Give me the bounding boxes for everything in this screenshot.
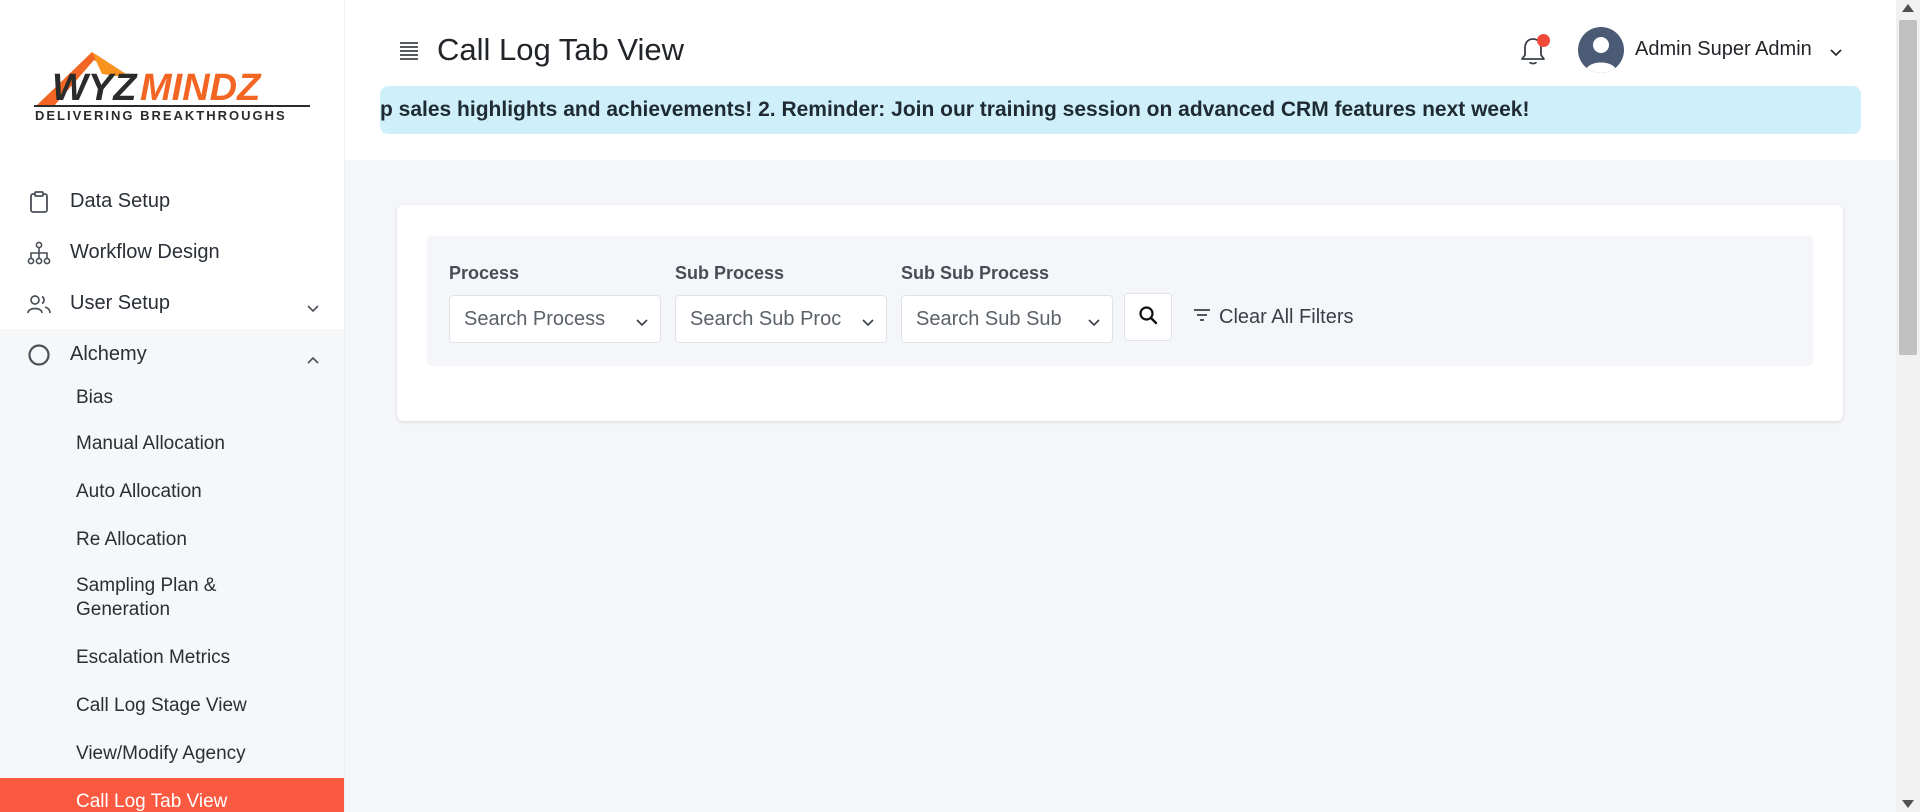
- sidebar-subitem-bias[interactable]: Bias: [0, 380, 344, 420]
- clear-all-filters-label: Clear All Filters: [1219, 306, 1354, 328]
- sidebar: WYZ MINDZ DELIVERING BREAKTHROUGHS Data …: [0, 0, 345, 812]
- hierarchy-icon: [26, 240, 52, 266]
- user-name[interactable]: Admin Super Admin: [1635, 38, 1812, 61]
- scroll-up-arrow-icon[interactable]: [1902, 4, 1914, 12]
- notification-bell-icon[interactable]: [1518, 34, 1550, 66]
- sub-sub-process-filter: Sub Sub Process Search Sub Sub: [901, 263, 1113, 343]
- announcement-ticker: p sales highlights and achievements! 2. …: [380, 86, 1861, 134]
- logo-text-dark: WYZ: [52, 67, 138, 109]
- process-label: Process: [449, 263, 520, 283]
- filter-icon: [1193, 308, 1211, 327]
- sidebar-item-label: Workflow Design: [70, 241, 220, 263]
- filter-card: Process Search Process Sub Process Searc…: [397, 205, 1843, 421]
- sidebar-item-user-setup[interactable]: User Setup: [0, 278, 344, 329]
- sub-process-filter: Sub Process Search Sub Proc: [675, 263, 887, 343]
- scroll-down-arrow-icon[interactable]: [1902, 800, 1914, 808]
- scroll-thumb[interactable]: [1899, 20, 1917, 355]
- sidebar-nav: Data Setup Workflow Design User Setup Al…: [0, 176, 344, 812]
- announcement-text: p sales highlights and achievements! 2. …: [380, 98, 1530, 121]
- sidebar-subitem-manual-allocation[interactable]: Manual Allocation: [0, 420, 344, 468]
- logo-text-accent: MINDZ: [140, 67, 262, 109]
- circle-icon: [26, 342, 52, 368]
- search-button[interactable]: [1124, 293, 1172, 341]
- sub-process-label: Sub Process: [675, 263, 785, 283]
- search-icon: [1138, 305, 1158, 330]
- users-icon: [26, 291, 52, 317]
- sub-process-select[interactable]: Search Sub Proc: [675, 295, 887, 343]
- sidebar-subitem-escalation-metrics[interactable]: Escalation Metrics: [0, 634, 344, 682]
- sub-sub-process-placeholder: Search Sub Sub: [916, 308, 1062, 330]
- sidebar-item-label: Alchemy: [70, 343, 147, 365]
- chevron-down-icon: [636, 314, 648, 332]
- logo-tagline: DELIVERING BREAKTHROUGHS: [35, 108, 287, 123]
- page-title: Call Log Tab View: [437, 32, 685, 67]
- process-select[interactable]: Search Process: [449, 295, 661, 343]
- sidebar-item-workflow-design[interactable]: Workflow Design: [0, 227, 344, 278]
- chevron-down-icon[interactable]: [1830, 44, 1842, 62]
- sidebar-subitem-view-modify-agency[interactable]: View/Modify Agency: [0, 730, 344, 778]
- chevron-up-icon: [307, 347, 319, 370]
- sidebar-subitem-call-log-stage-view[interactable]: Call Log Stage View: [0, 682, 344, 730]
- chevron-down-icon: [862, 314, 874, 332]
- process-placeholder: Search Process: [464, 308, 606, 330]
- page-scrollbar[interactable]: [1896, 0, 1920, 812]
- sidebar-item-alchemy[interactable]: Alchemy: [0, 329, 344, 380]
- sub-process-placeholder: Search Sub Proc: [690, 308, 842, 330]
- top-header: Call Log Tab View Admin Super Admin p sa…: [345, 0, 1896, 160]
- sub-sub-process-select[interactable]: Search Sub Sub: [901, 295, 1113, 343]
- wyzmindz-logo[interactable]: WYZ MINDZ DELIVERING BREAKTHROUGHS: [32, 48, 312, 128]
- filter-panel: Process Search Process Sub Process Searc…: [427, 236, 1813, 366]
- process-filter: Process Search Process: [449, 263, 661, 343]
- hamburger-menu-icon[interactable]: [397, 38, 421, 62]
- sidebar-item-label: Data Setup: [70, 190, 171, 212]
- chevron-down-icon: [307, 296, 319, 319]
- alchemy-submenu: Bias Manual Allocation Auto Allocation R…: [0, 380, 344, 812]
- sidebar-subitem-sampling-plan[interactable]: Sampling Plan & Generation: [0, 564, 300, 634]
- sidebar-subitem-call-log-tab-view[interactable]: Call Log Tab View: [0, 778, 344, 812]
- sidebar-subitem-re-allocation[interactable]: Re Allocation: [0, 516, 344, 564]
- sidebar-item-label: User Setup: [70, 292, 171, 314]
- clipboard-icon: [26, 189, 52, 215]
- sidebar-subitem-auto-allocation[interactable]: Auto Allocation: [0, 468, 344, 516]
- user-avatar[interactable]: [1578, 27, 1624, 73]
- clear-all-filters-button[interactable]: Clear All Filters: [1193, 306, 1353, 329]
- notification-dot: [1537, 34, 1550, 47]
- sub-sub-process-label: Sub Sub Process: [901, 263, 1050, 283]
- sidebar-item-data-setup[interactable]: Data Setup: [0, 176, 344, 227]
- chevron-down-icon: [1088, 314, 1100, 332]
